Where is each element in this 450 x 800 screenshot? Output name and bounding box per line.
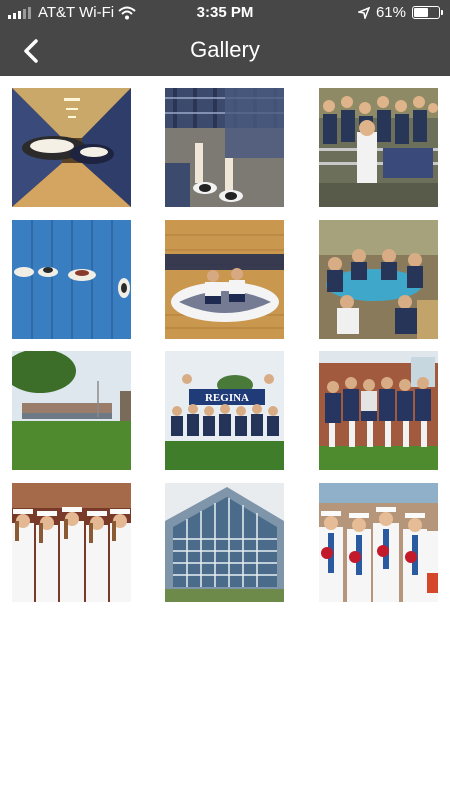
photo-students-gym-floor-logo-image: [165, 220, 284, 339]
battery-fill: [414, 8, 428, 17]
photo-shoes-on-lockers[interactable]: [12, 220, 131, 339]
photo-shoes-on-lockers-image: [12, 220, 131, 339]
photo-students-classroom-tables-image: [319, 220, 438, 339]
status-right: 61%: [357, 4, 443, 21]
photo-shoes-hallway-image: [12, 88, 131, 207]
photo-students-bleachers-image: [319, 88, 438, 207]
photo-students-bleachers[interactable]: [319, 88, 438, 207]
photo-students-gym-floor-logo[interactable]: [165, 220, 284, 339]
photo-students-classroom-tables[interactable]: [319, 220, 438, 339]
photo-group-brick-building-image: [319, 351, 438, 470]
photo-graduates-white-gowns[interactable]: [12, 483, 131, 602]
battery-icon: [412, 6, 443, 19]
photo-plaid-skirts-saddle-shoes-image: [165, 88, 284, 207]
photo-school-campus-lawn[interactable]: [12, 351, 131, 470]
page-title: Gallery: [190, 37, 260, 62]
photo-group-brick-building[interactable]: [319, 351, 438, 470]
nav-bar: Gallery: [0, 26, 450, 76]
photo-group-regina-sign[interactable]: REGINA: [165, 351, 284, 470]
photo-graduates-white-gowns-image: [12, 483, 131, 602]
photo-plaid-skirts-saddle-shoes[interactable]: [165, 88, 284, 207]
photo-graduates-roses-image: [319, 483, 438, 602]
regina-sign-text: REGINA: [205, 392, 249, 404]
location-arrow-icon: [357, 6, 370, 19]
battery-percent: 61%: [375, 4, 406, 21]
status-bar: AT&T Wi-Fi 3:35 PM 61%: [0, 0, 450, 26]
photo-graduates-roses[interactable]: [319, 483, 438, 602]
photo-school-building-glass-facade-image: [165, 483, 284, 602]
photo-school-campus-lawn-image: [12, 351, 131, 470]
photo-shoes-hallway[interactable]: [12, 88, 131, 207]
photo-group-regina-sign-image: REGINA: [165, 351, 284, 470]
photo-school-building-glass-facade[interactable]: [165, 483, 284, 602]
